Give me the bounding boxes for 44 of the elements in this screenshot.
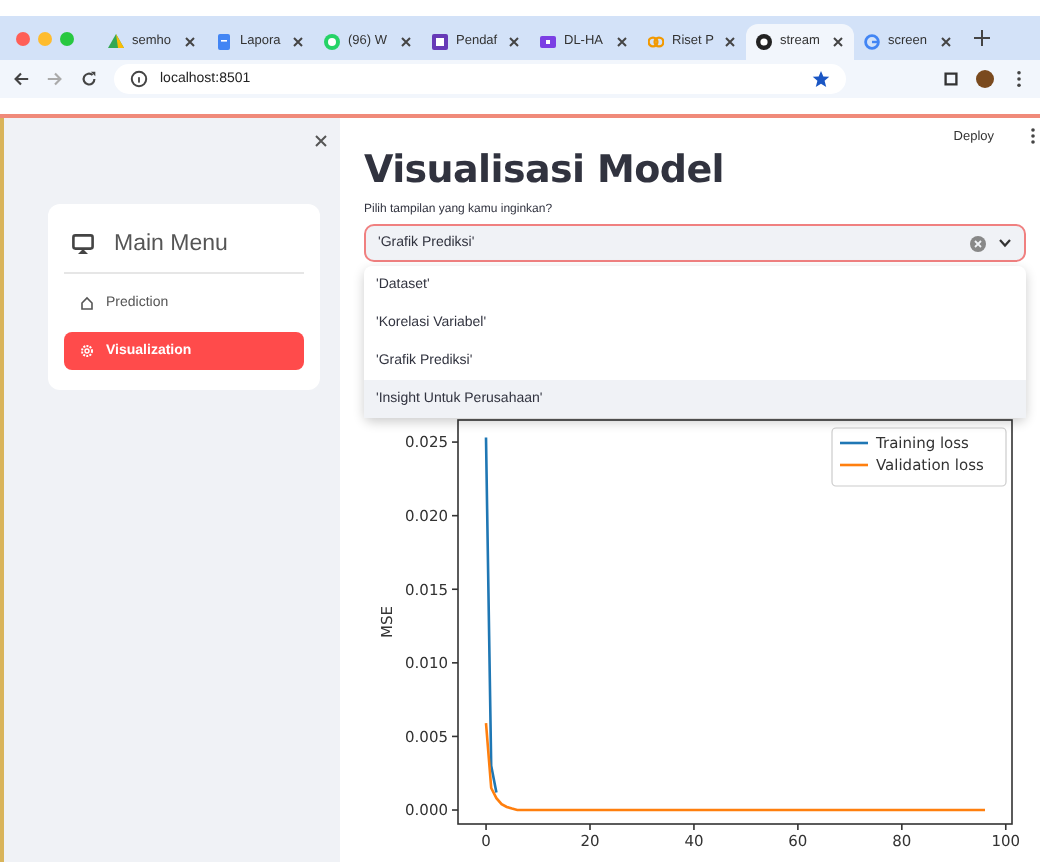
extension-icon[interactable] xyxy=(942,70,960,88)
x-tick xyxy=(901,823,903,831)
close-icon[interactable] xyxy=(832,35,844,47)
gear-icon xyxy=(80,344,94,358)
clear-icon[interactable] xyxy=(970,235,986,251)
monitor-icon xyxy=(72,234,94,254)
circle-logo-icon xyxy=(756,33,772,49)
x-tick xyxy=(797,823,799,831)
house-icon xyxy=(80,296,94,310)
chat-bubble-icon xyxy=(324,33,340,49)
y-tick xyxy=(451,809,459,811)
close-icon[interactable] xyxy=(184,35,196,47)
y-tick xyxy=(451,441,459,443)
x-tick xyxy=(589,823,591,831)
close-icon[interactable] xyxy=(724,35,736,47)
new-tab-icon[interactable] xyxy=(974,30,990,46)
form-icon xyxy=(432,33,448,49)
back-icon[interactable] xyxy=(12,70,30,88)
document-icon xyxy=(216,33,232,49)
close-icon[interactable] xyxy=(292,35,304,47)
x-tick xyxy=(693,823,695,831)
close-icon[interactable] xyxy=(616,35,628,47)
y-tick xyxy=(451,588,459,591)
close-icon[interactable] xyxy=(314,134,328,148)
x-tick xyxy=(485,823,487,831)
x-tick xyxy=(1004,823,1007,831)
kebab-menu-icon[interactable] xyxy=(1030,128,1036,144)
chevron-down-icon[interactable] xyxy=(998,238,1012,248)
close-icon[interactable] xyxy=(508,35,520,47)
menu-title: Main Menu xyxy=(114,232,228,256)
link-icon xyxy=(648,33,664,49)
y-tick xyxy=(451,514,459,517)
info-icon[interactable] xyxy=(130,70,148,88)
google-g-icon xyxy=(864,33,880,49)
star-icon[interactable] xyxy=(812,70,830,88)
close-icon[interactable] xyxy=(400,35,412,47)
page-title: Visualisasi Model xyxy=(364,146,726,194)
avatar-icon[interactable] xyxy=(976,70,994,88)
y-tick xyxy=(451,662,459,664)
triangle-icon xyxy=(108,33,124,49)
close-icon[interactable] xyxy=(940,35,952,47)
reload-icon[interactable] xyxy=(80,70,98,88)
screen-icon xyxy=(540,33,556,49)
y-tick xyxy=(451,735,459,738)
